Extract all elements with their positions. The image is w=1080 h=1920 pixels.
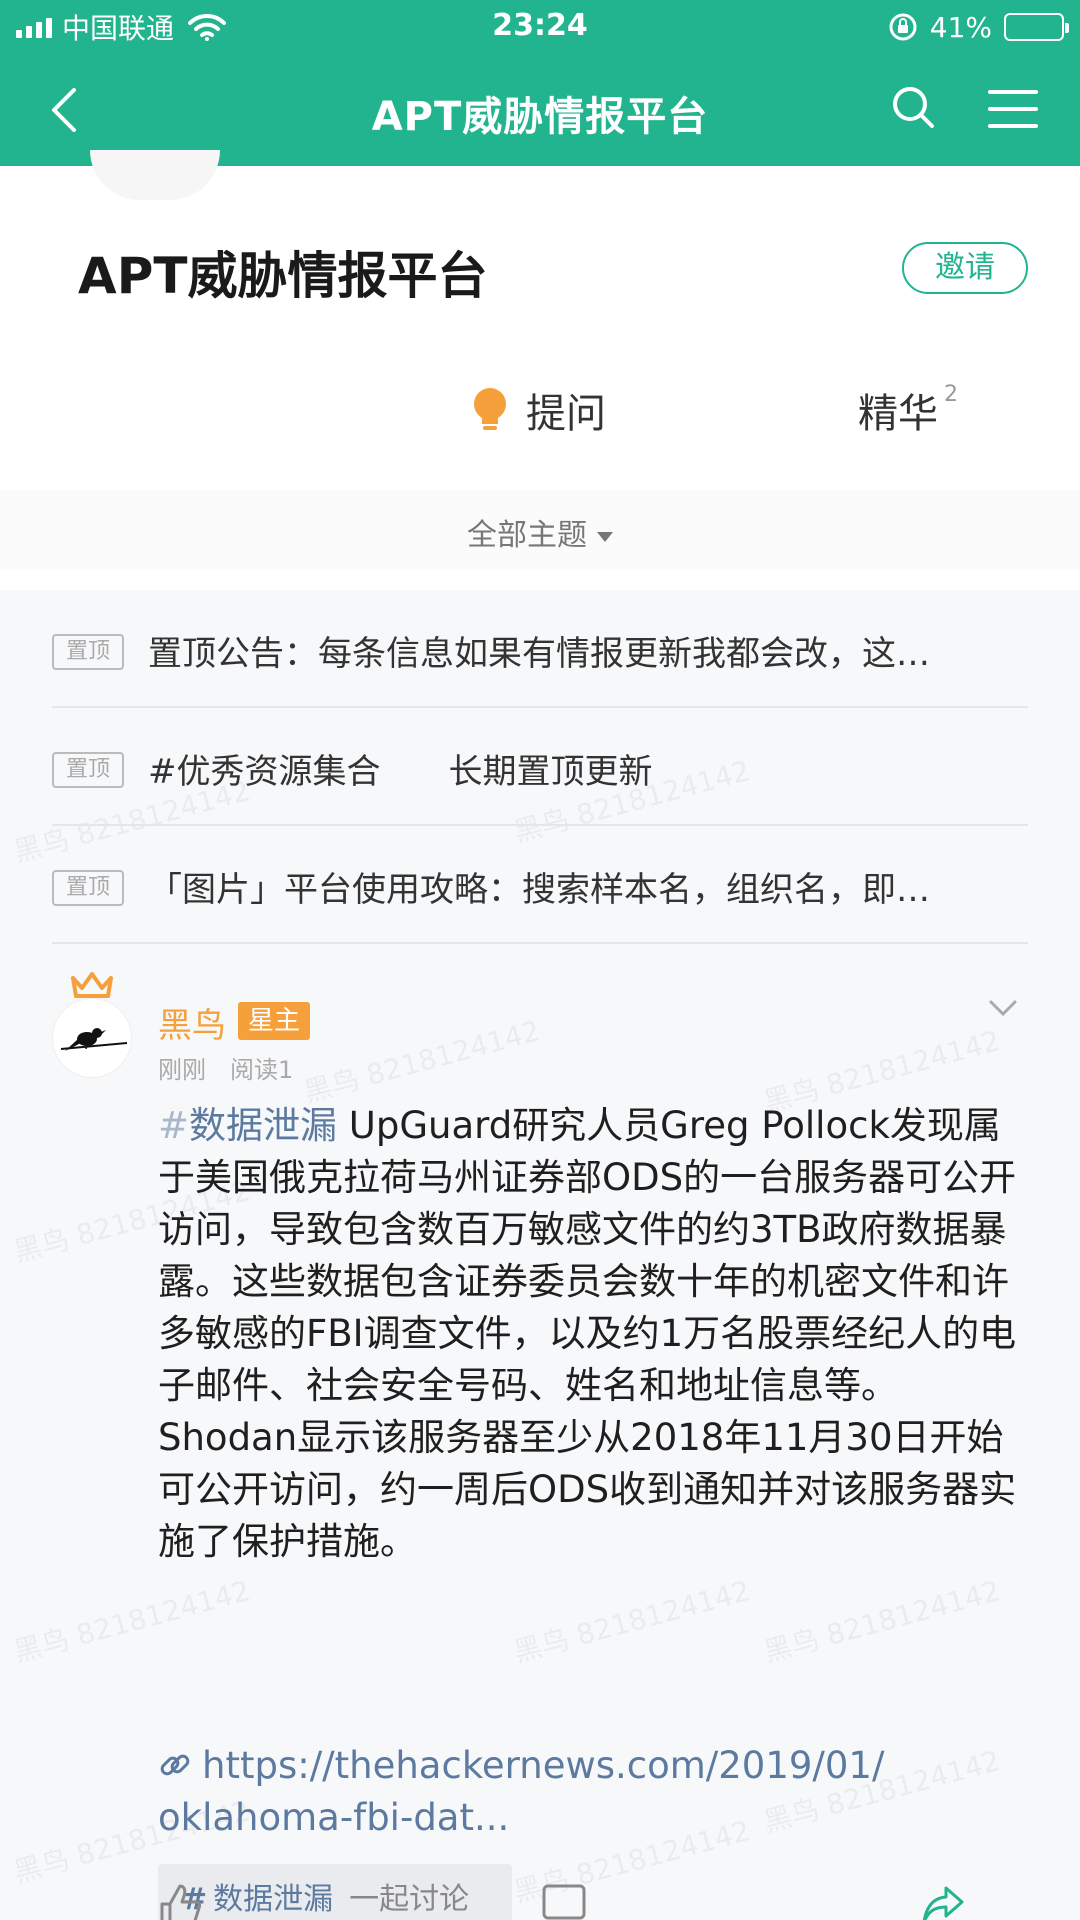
ask-label: 提问 bbox=[526, 391, 606, 437]
link-line-1: https://thehackernews.com/2019/01/ bbox=[202, 1744, 885, 1787]
group-avatar bbox=[90, 150, 220, 200]
pinned-title: #优秀资源集合 长期置顶更新 bbox=[148, 752, 653, 792]
link-line-2: oklahoma-fbi-dat... bbox=[158, 1796, 510, 1839]
pinned-item[interactable]: 置顶 置顶公告：每条信息如果有情报更新我都会改，这… bbox=[52, 590, 1028, 708]
chevron-down-icon[interactable] bbox=[988, 998, 1018, 1018]
link-icon bbox=[158, 1744, 192, 1778]
pinned-tag: 置顶 bbox=[52, 634, 124, 670]
rotation-lock-icon bbox=[888, 12, 918, 42]
watermark: 黑鸟 8218124142 bbox=[10, 1574, 254, 1669]
read-count: 阅读1 bbox=[230, 1056, 294, 1084]
watermark: 黑鸟 8218124142 bbox=[300, 1014, 544, 1109]
status-bar: 中国联通 23:24 41% bbox=[0, 0, 1080, 54]
share-icon[interactable] bbox=[918, 1880, 968, 1920]
battery-icon bbox=[1004, 13, 1069, 41]
dropdown-triangle-icon bbox=[597, 531, 613, 542]
pinned-title: 「图片」平台使用攻略：搜索样本名，组织名，即… bbox=[148, 870, 930, 910]
author-avatar[interactable] bbox=[52, 998, 132, 1078]
pinned-item[interactable]: 置顶 #优秀资源集合 长期置顶更新 bbox=[52, 708, 1028, 826]
author-name[interactable]: 黑鸟 bbox=[158, 998, 226, 1047]
topic-filter[interactable]: 全部主题 bbox=[0, 490, 1080, 570]
invite-button[interactable]: 邀请 bbox=[902, 242, 1028, 294]
post-actions bbox=[0, 1880, 1080, 1920]
pinned-list: 置顶 置顶公告：每条信息如果有情报更新我都会改，这… 置顶 #优秀资源集合 长期… bbox=[52, 590, 1028, 944]
action-row: 发表 提问 精华 2 bbox=[0, 370, 1080, 817]
post-meta: 刚刚 阅读1 bbox=[158, 1050, 293, 1085]
crown-icon bbox=[70, 970, 114, 1000]
like-icon[interactable] bbox=[156, 1880, 206, 1920]
pinned-title: 置顶公告：每条信息如果有情报更新我都会改，这… bbox=[148, 634, 930, 674]
lightbulb-icon bbox=[470, 386, 510, 434]
comment-icon[interactable] bbox=[540, 1880, 590, 1920]
pinned-tag: 置顶 bbox=[52, 752, 124, 788]
menu-icon[interactable] bbox=[988, 88, 1038, 130]
best-button[interactable]: 精华 2 bbox=[858, 370, 958, 450]
hashtag-text: 数据泄漏 bbox=[189, 1104, 338, 1147]
battery-percent: 41% bbox=[929, 10, 992, 44]
group-title: APT威胁情报平台 bbox=[78, 247, 488, 305]
post-time: 刚刚 bbox=[158, 1056, 206, 1084]
post-body: #数据泄漏 UpGuard研究人员Greg Pollock发现属于美国俄克拉荷马… bbox=[158, 1100, 1028, 1568]
hashtag-symbol: # bbox=[158, 1104, 190, 1147]
post-link[interactable]: https://thehackernews.com/2019/01/oklaho… bbox=[158, 1740, 1028, 1844]
post-text: UpGuard研究人员Greg Pollock发现属于美国俄克拉荷马州证券部OD… bbox=[158, 1104, 1017, 1563]
feed: 黑鸟 8218124142 黑鸟 8218124142 黑鸟 821812414… bbox=[0, 590, 1080, 1920]
owner-badge: 星主 bbox=[238, 1002, 310, 1040]
best-label: 精华 bbox=[858, 391, 938, 437]
watermark: 黑鸟 8218124142 bbox=[510, 1574, 754, 1669]
watermark: 黑鸟 8218124142 bbox=[760, 1574, 1004, 1669]
best-count: 2 bbox=[944, 381, 958, 407]
ask-button[interactable]: 提问 bbox=[470, 370, 606, 450]
search-icon[interactable] bbox=[890, 84, 936, 130]
pinned-tag: 置顶 bbox=[52, 870, 124, 906]
filter-label: 全部主题 bbox=[467, 518, 587, 553]
post-hashtag[interactable]: #数据泄漏 bbox=[158, 1104, 337, 1147]
pinned-item[interactable]: 置顶 「图片」平台使用攻略：搜索样本名，组织名，即… bbox=[52, 826, 1028, 944]
